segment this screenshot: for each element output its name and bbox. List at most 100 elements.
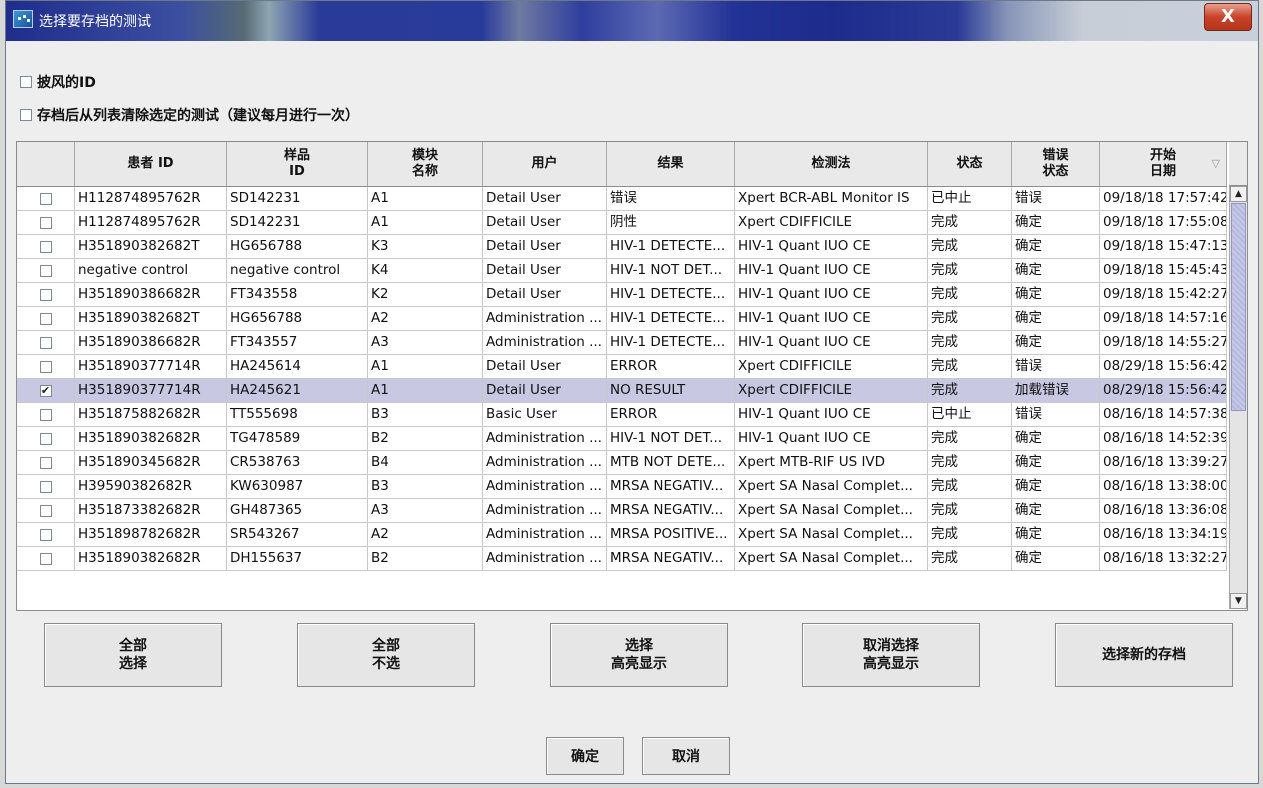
header-user[interactable]: 用户: [483, 142, 607, 186]
table-row[interactable]: H351873382682R GH487365 A3 Administration .…: [17, 499, 1227, 523]
header-corner: [1229, 142, 1247, 186]
row-checkbox[interactable]: [39, 408, 52, 421]
row-checkbox[interactable]: [39, 504, 52, 517]
table-cell: 完成: [928, 523, 1012, 546]
row-select-cell: [17, 331, 75, 354]
table-cell: HIV-1 Quant IUO CE: [735, 331, 928, 354]
table-row[interactable]: H351890345682R CR538763 B4 Administration .…: [17, 451, 1227, 475]
table-cell: ERROR: [607, 355, 735, 378]
table-cell: H112874895762R: [75, 187, 227, 210]
header-sample-id[interactable]: 样品 ID: [227, 142, 368, 186]
option-clear-after-archive[interactable]: 存档后从列表清除选定的测试（建议每月进行一次）: [20, 105, 359, 125]
header-assay[interactable]: 检测法: [735, 142, 928, 186]
row-checkbox[interactable]: [39, 192, 52, 205]
table-row[interactable]: H39590382682R KW630987 B3 Administration ..…: [17, 475, 1227, 499]
title-bar[interactable]: 选择要存档的测试 X: [6, 1, 1258, 41]
header-error-status[interactable]: 错误 状态: [1012, 142, 1100, 186]
table-cell: GH487365: [227, 499, 368, 522]
table-row[interactable]: H351898782682R SR543267 A2 Administration .…: [17, 523, 1227, 547]
ok-button[interactable]: 确定: [546, 737, 624, 775]
row-select-cell: [17, 451, 75, 474]
header-start-date[interactable]: 开始 日期 ▽: [1100, 142, 1227, 186]
table-cell: H351890382682R: [75, 547, 227, 570]
row-checkbox[interactable]: [39, 528, 52, 541]
table-cell: Administration ...: [483, 499, 607, 522]
table-cell: 完成: [928, 259, 1012, 282]
header-label: 检测法: [811, 156, 851, 171]
row-checkbox[interactable]: [39, 360, 52, 373]
table-row[interactable]: negative control negative control K4 Detail…: [17, 259, 1227, 283]
deselect-highlighted-button[interactable]: 取消选择 高亮显示: [802, 623, 980, 687]
option-anonymize-id[interactable]: 披风的ID: [20, 72, 96, 92]
header-select[interactable]: [17, 142, 75, 186]
close-button[interactable]: X: [1204, 3, 1252, 31]
table-cell: KW630987: [227, 475, 368, 498]
table-row[interactable]: H351890386682R FT343558 K2 Detail User HIV-1…: [17, 283, 1227, 307]
header-label: 状态: [956, 156, 983, 171]
table-row[interactable]: H112874895762R SD142231 A1 Detail User 错误 Xpe…: [17, 187, 1227, 211]
table-row[interactable]: H351890386682R FT343557 A3 Administration .…: [17, 331, 1227, 355]
table-cell: H351890377714R: [75, 379, 227, 402]
table-cell: H351890386682R: [75, 331, 227, 354]
anonymize-id-checkbox[interactable]: [20, 76, 32, 88]
table-row[interactable]: H112874895762R SD142231 A1 Detail User 阴性 Xpe…: [17, 211, 1227, 235]
table-cell: SR543267: [227, 523, 368, 546]
table-cell: HIV-1 Quant IUO CE: [735, 427, 928, 450]
table-cell: CR538763: [227, 451, 368, 474]
header-result[interactable]: 结果: [607, 142, 735, 186]
table-cell: 完成: [928, 499, 1012, 522]
table-row[interactable]: H351890382682R TG478589 B2 Administration .…: [17, 427, 1227, 451]
row-checkbox[interactable]: [39, 432, 52, 445]
table-cell: HA245621: [227, 379, 368, 402]
table-cell: Xpert SA Nasal Complet...: [735, 499, 928, 522]
table-row[interactable]: H351890382682R DH155637 B2 Administration .…: [17, 547, 1227, 571]
sort-triangle-icon[interactable]: ▽: [1212, 156, 1220, 172]
row-checkbox[interactable]: [39, 240, 52, 253]
header-patient-id[interactable]: 患者 ID: [75, 142, 227, 186]
row-checkbox[interactable]: [39, 264, 52, 277]
row-checkbox[interactable]: [39, 312, 52, 325]
header-module-name[interactable]: 模块 名称: [368, 142, 483, 186]
row-checkbox[interactable]: [39, 216, 52, 229]
row-checkbox[interactable]: ✔: [39, 384, 52, 397]
scroll-thumb[interactable]: [1231, 203, 1246, 411]
row-checkbox[interactable]: [39, 552, 52, 565]
table-cell: 加载错误: [1012, 379, 1100, 402]
table-cell: H351890345682R: [75, 451, 227, 474]
table-cell: 08/16/18 14:57:38: [1100, 403, 1227, 426]
table-cell: 完成: [928, 355, 1012, 378]
row-checkbox[interactable]: [39, 456, 52, 469]
table-row[interactable]: H351890382682T HG656788 K3 Detail User HIV-1…: [17, 235, 1227, 259]
header-status[interactable]: 状态: [928, 142, 1012, 186]
select-all-button[interactable]: 全部 选择: [44, 623, 222, 687]
table-row[interactable]: ✔ H351890377714R HA245621 A1 Detail User NO R…: [17, 379, 1227, 403]
table-cell: HIV-1 DETECTE...: [607, 283, 735, 306]
row-select-cell: [17, 475, 75, 498]
scroll-down-icon[interactable]: ▼: [1230, 593, 1247, 609]
header-label: 错误 状态: [1042, 148, 1069, 179]
table-cell: HIV-1 Quant IUO CE: [735, 403, 928, 426]
scroll-up-icon[interactable]: ▲: [1230, 186, 1247, 202]
select-new-archive-button[interactable]: 选择新的存档: [1055, 623, 1233, 687]
table-cell: 08/16/18 14:52:39: [1100, 427, 1227, 450]
row-checkbox[interactable]: [39, 288, 52, 301]
table-cell: Administration ...: [483, 547, 607, 570]
table-cell: 错误: [1012, 187, 1100, 210]
row-checkbox[interactable]: [39, 336, 52, 349]
vertical-scrollbar[interactable]: ▲ ▼: [1229, 186, 1247, 609]
table-cell: Administration ...: [483, 475, 607, 498]
table-cell: Detail User: [483, 187, 607, 210]
clear-after-archive-checkbox[interactable]: [20, 109, 32, 121]
anonymize-id-label: 披风的ID: [37, 75, 96, 91]
row-checkbox[interactable]: [39, 480, 52, 493]
table-row[interactable]: H351875882682R TT555698 B3 Basic User ERROR H…: [17, 403, 1227, 427]
tests-table: 患者 ID 样品 ID 模块 名称 用户 结果 检测法 状态 错误 状态 开始 日期 ▽ H112…: [16, 141, 1248, 611]
select-highlighted-button[interactable]: 选择 高亮显示: [550, 623, 728, 687]
select-none-button[interactable]: 全部 不选: [297, 623, 475, 687]
table-cell: 09/18/18 15:47:13: [1100, 235, 1227, 258]
table-row[interactable]: H351890382682T HG656788 A2 Administration .…: [17, 307, 1227, 331]
cancel-button[interactable]: 取消: [642, 737, 730, 775]
table-cell: 09/18/18 15:45:43: [1100, 259, 1227, 282]
table-row[interactable]: H351890377714R HA245614 A1 Detail User ERROR…: [17, 355, 1227, 379]
table-cell: HIV-1 Quant IUO CE: [735, 283, 928, 306]
